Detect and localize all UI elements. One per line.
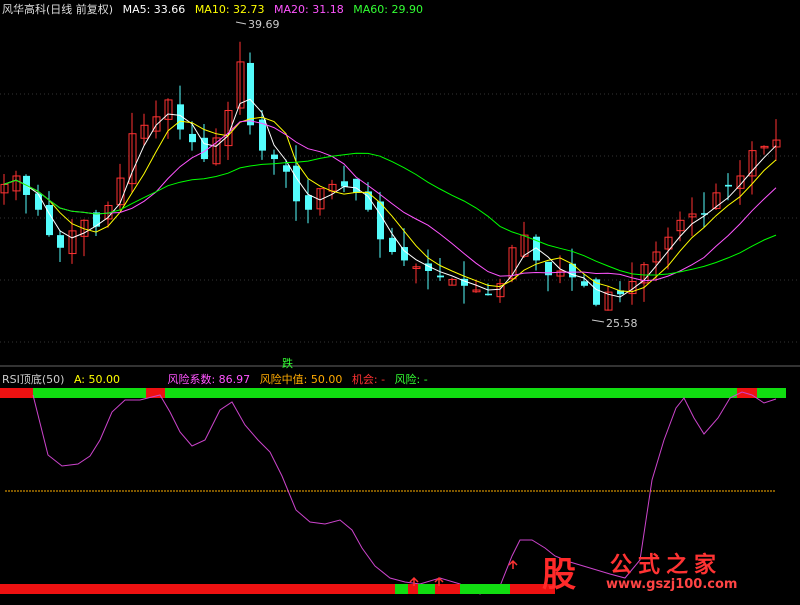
candle-body	[57, 235, 64, 248]
chance-bar-segment	[408, 584, 418, 594]
risk-bar-segment	[757, 388, 786, 398]
candle-body	[305, 195, 312, 210]
a-value: A: 50.00	[73, 373, 120, 386]
chance-bar-segment	[395, 584, 408, 594]
buy-arrow-icon	[508, 559, 518, 569]
indicator-name: RSI顶底(50)	[2, 373, 65, 386]
low-pointer	[591, 319, 605, 323]
chance-bar-segment	[418, 584, 435, 594]
main-chart-legend: 风华高科(日线 前复权) MA5: 33.66 MA10: 32.73 MA20…	[2, 1, 429, 17]
candle-body	[93, 212, 100, 227]
candle-body	[377, 201, 384, 240]
watermark-url: www.gszj100.com	[606, 577, 738, 592]
chance-bar-segment	[460, 584, 510, 594]
risk-median: 风险中值: 50.00	[259, 373, 343, 386]
ma10-value: MA10: 32.73	[194, 3, 265, 16]
chart-canvas[interactable]: 39.69 25.58	[0, 0, 800, 605]
candle-body	[485, 293, 492, 296]
risk-coefficient: 风险系数: 86.97	[167, 373, 251, 386]
risk-value: 风险: -	[394, 373, 428, 386]
watermark: 股 公式之家 www.gszj100.com	[542, 547, 780, 597]
candle-body	[35, 193, 42, 210]
chance-bar-segment	[0, 584, 395, 594]
chance-value: 机会: -	[351, 373, 386, 386]
risk-bar-segment	[0, 388, 33, 398]
watermark-glyph: 股	[542, 555, 576, 595]
candle-body	[581, 281, 588, 286]
candle-body	[389, 237, 396, 252]
candle-body	[189, 133, 196, 143]
candle-body	[341, 181, 348, 187]
ma60-value: MA60: 29.90	[353, 3, 423, 16]
candle-body	[293, 165, 300, 202]
candle-body	[401, 247, 408, 261]
ma5-value: MA5: 33.66	[122, 3, 186, 16]
risk-bar-segment	[33, 388, 146, 398]
watermark-title: 公式之家	[610, 553, 723, 578]
stock-name: 风华高科(日线 前复权)	[2, 3, 114, 16]
candle-body	[271, 154, 278, 160]
indicator-legend: RSI顶底(50) A: 50.00 风险系数: 86.97 风险中值: 50.…	[2, 371, 434, 387]
candle-body	[353, 178, 360, 193]
high-price-label: 39.69	[248, 18, 280, 31]
ma20-value: MA20: 31.18	[274, 3, 344, 16]
drop-signal-label: 跌	[282, 357, 293, 370]
candle-body	[437, 275, 444, 278]
low-price-label: 25.58	[606, 317, 638, 330]
high-pointer	[235, 21, 247, 25]
candle-body	[247, 62, 254, 126]
risk-bar-segment	[165, 388, 737, 398]
candle-body	[725, 184, 732, 187]
